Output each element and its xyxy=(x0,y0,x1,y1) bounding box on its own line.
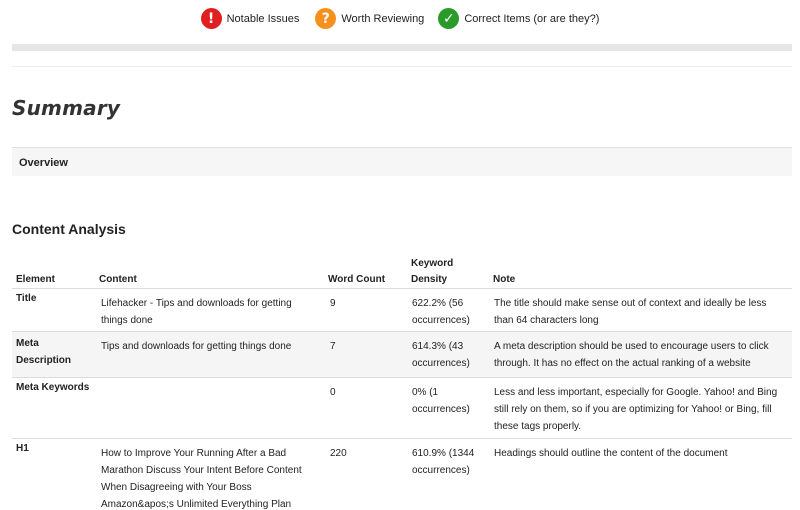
column-header-note: Note xyxy=(493,274,516,285)
column-header-word-count: Word Count xyxy=(328,274,386,285)
cell-note: A meta description should be used to enc… xyxy=(494,341,769,369)
cell-content: Lifehacker - Tips and downloads for gett… xyxy=(101,298,292,326)
divider-bar xyxy=(12,44,792,51)
column-header-element: Element xyxy=(16,274,55,285)
table-row: Meta Description Tips and downloads for … xyxy=(12,331,792,377)
table-row: Meta Keywords 0 0% (1 occurrences) Less … xyxy=(12,377,792,438)
cell-note: Headings should outline the content of t… xyxy=(494,448,728,459)
cell-note: The title should make sense out of conte… xyxy=(494,298,767,326)
cell-word-count: 7 xyxy=(330,341,336,352)
cell-note: Less and less important, especially for … xyxy=(494,387,778,432)
legend-correct-items: ✓ Correct Items (or are they?) xyxy=(438,8,599,29)
cell-content: How to Improve Your Running After a Bad … xyxy=(101,448,302,510)
column-header-content: Content xyxy=(99,274,137,285)
overview-label: Overview xyxy=(19,157,68,169)
cell-keyword-density: 610.9% (1344 occurrences) xyxy=(412,448,475,476)
cell-keyword-density: 622.2% (56 occurrences) xyxy=(412,298,470,326)
legend-label: Correct Items (or are they?) xyxy=(464,12,600,25)
section-title-content-analysis: Content Analysis xyxy=(12,221,126,237)
table-header: Element Content Word Count Keyword Densi… xyxy=(12,256,792,288)
cell-word-count: 0 xyxy=(330,387,336,398)
overview-section[interactable]: Overview xyxy=(12,147,792,176)
cell-element: H1 xyxy=(16,443,29,454)
exclamation-icon: ! xyxy=(200,8,222,29)
cell-keyword-density: 0% (1 occurrences) xyxy=(412,387,470,415)
cell-word-count: 9 xyxy=(330,298,336,309)
legend: ! Notable Issues ? Worth Reviewing ✓ Cor… xyxy=(0,8,800,29)
cell-keyword-density: 614.3% (43 occurrences) xyxy=(412,341,470,369)
cell-element: Meta Keywords xyxy=(16,382,90,393)
table-row: Title Lifehacker - Tips and downloads fo… xyxy=(12,288,792,331)
divider-line xyxy=(12,66,792,67)
checkmark-icon: ✓ xyxy=(438,8,460,29)
question-icon: ? xyxy=(315,8,337,29)
column-header-keyword-density: Keyword Density xyxy=(411,258,454,285)
legend-worth-reviewing: ? Worth Reviewing xyxy=(315,8,424,29)
legend-label: Worth Reviewing xyxy=(341,12,425,25)
cell-element: Title xyxy=(16,293,37,304)
table-row: H1 How to Improve Your Running After a B… xyxy=(12,438,792,510)
content-analysis-table: Element Content Word Count Keyword Densi… xyxy=(12,256,792,510)
cell-element: Meta Description xyxy=(16,338,72,366)
legend-notable-issues: ! Notable Issues xyxy=(200,8,300,29)
page-title: Summary xyxy=(12,96,121,120)
legend-label: Notable Issues xyxy=(226,12,300,25)
cell-word-count: 220 xyxy=(330,448,347,459)
cell-content: Tips and downloads for getting things do… xyxy=(101,341,292,352)
